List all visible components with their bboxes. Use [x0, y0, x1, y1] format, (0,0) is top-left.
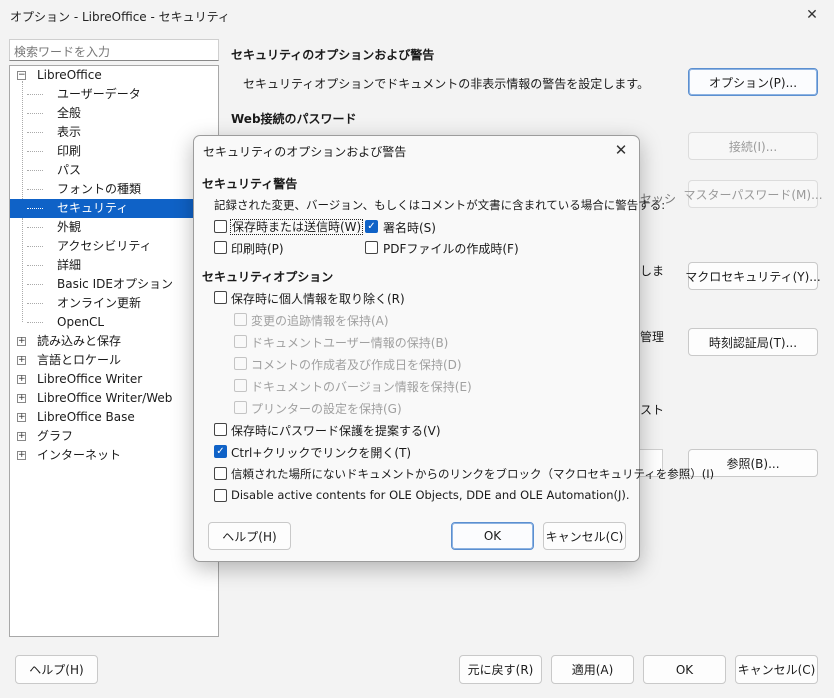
section-title-security: セキュリティのオプションおよび警告 [231, 48, 435, 62]
cancel-button[interactable]: キャンセル(C) [735, 655, 818, 684]
tree-item-online-update[interactable]: オンライン更新 [10, 294, 218, 313]
pdf-label[interactable]: PDFファイルの作成時(F) [383, 240, 519, 257]
reset-button[interactable]: 元に戻す(R) [459, 655, 542, 684]
section-title-web-password: Web接続のパスワード [231, 112, 357, 126]
partial-text: スト [640, 403, 665, 417]
tree-item-security[interactable]: セキュリティ [10, 199, 218, 218]
tree-item-print[interactable]: 印刷 [10, 142, 218, 161]
tree-item-load-save[interactable]: 読み込みと保存 [10, 332, 218, 351]
security-warnings-heading: セキュリティ警告 [202, 177, 298, 191]
tree-item-basic-ide[interactable]: Basic IDEオプション [10, 275, 218, 294]
disable-ole-label[interactable]: Disable active contents for OLE Objects,… [231, 488, 630, 502]
save-send-checkbox[interactable] [214, 220, 227, 233]
keep-user-info-label: ドキュメントユーザー情報の保持(B) [251, 336, 449, 350]
help-button[interactable]: ヘルプ(H) [15, 655, 98, 684]
security-options-dialog: セキュリティのオプションおよび警告 ✕ セキュリティ警告 記録された変更、バージ… [193, 135, 714, 562]
security-options-heading: セキュリティオプション [202, 270, 334, 284]
tree-item-appearance[interactable]: 外観 [10, 218, 218, 237]
options-button[interactable]: オプション(P)... [688, 68, 818, 96]
printing-label[interactable]: 印刷時(P) [231, 240, 284, 257]
tree-item-opencl[interactable]: OpenCL [10, 313, 218, 332]
search-input[interactable]: 検索ワードを入力 [9, 39, 219, 61]
tree-item-writer[interactable]: LibreOffice Writer [10, 370, 218, 389]
dialog-cancel-button[interactable]: キャンセル(C) [543, 522, 626, 550]
section-description: セキュリティオプションでドキュメントの非表示情報の警告を設定します。 [243, 77, 650, 91]
block-untrusted-links-checkbox[interactable] [214, 467, 227, 480]
tree-item-internet[interactable]: インターネット [10, 446, 218, 465]
password-protect-label[interactable]: 保存時にパスワード保護を提案する(V) [231, 422, 441, 439]
save-send-label: 保存時または送信時(W) [230, 219, 364, 235]
dialog-title: セキュリティのオプションおよび警告 [203, 145, 407, 159]
remove-personal-info-checkbox[interactable] [214, 291, 227, 304]
connect-button[interactable]: 接続(I)... [688, 132, 818, 160]
tree-item-fonts[interactable]: フォントの種類 [10, 180, 218, 199]
ctrl-click-label[interactable]: Ctrl+クリックでリンクを開く(T) [231, 444, 411, 461]
signing-checkbox[interactable]: ✓ [365, 220, 378, 233]
remove-personal-info-label[interactable]: 保存時に個人情報を取り除く(R) [231, 290, 405, 307]
keep-tracked-changes-checkbox[interactable] [234, 313, 247, 326]
tree-item-libreoffice[interactable]: LibreOffice [10, 66, 218, 85]
tree-item-advanced[interactable]: 詳細 [10, 256, 218, 275]
tree-item-label: LibreOffice [37, 68, 102, 82]
tree-item-writer-web[interactable]: LibreOffice Writer/Web [10, 389, 218, 408]
ctrl-click-checkbox[interactable]: ✓ [214, 445, 227, 458]
keep-user-info-checkbox[interactable] [234, 335, 247, 348]
tree-item-paths[interactable]: パス [10, 161, 218, 180]
block-untrusted-links-label[interactable]: 信頼された場所にないドキュメントからのリンクをブロック（マクロセキュリティを参照… [231, 466, 714, 482]
window-close-icon[interactable]: ✕ [800, 3, 824, 27]
pdf-checkbox[interactable] [365, 241, 378, 254]
tsa-button[interactable]: 時刻認証局(T)... [688, 328, 818, 356]
printing-checkbox[interactable] [214, 241, 227, 254]
partial-text: 管理 [640, 330, 665, 344]
apply-button[interactable]: 適用(A) [551, 655, 634, 684]
tree-item-chart[interactable]: グラフ [10, 427, 218, 446]
keep-printer-settings-checkbox[interactable] [234, 401, 247, 414]
dialog-ok-button[interactable]: OK [451, 522, 534, 550]
keep-version-info-label: ドキュメントのバージョン情報を保持(E) [251, 380, 472, 394]
ok-button[interactable]: OK [643, 655, 726, 684]
options-tree: − LibreOffice ユーザーデータ 全般 表示 印刷 パス フォントの種… [9, 65, 219, 637]
signing-label[interactable]: 署名時(S) [383, 219, 436, 236]
tree-item-accessibility[interactable]: アクセシビリティ [10, 237, 218, 256]
password-protect-checkbox[interactable] [214, 423, 227, 436]
tree-item-general[interactable]: 全般 [10, 104, 218, 123]
partial-text: しま [640, 264, 665, 278]
dialog-close-icon[interactable]: ✕ [611, 140, 631, 160]
tree-item-base[interactable]: LibreOffice Base [10, 408, 218, 427]
keep-printer-settings-label: プリンターの設定を保持(G) [251, 402, 402, 416]
tree-item-language[interactable]: 言語とロケール [10, 351, 218, 370]
macro-security-button[interactable]: マクロセキュリティ(Y)... [685, 262, 821, 290]
keep-version-info-checkbox[interactable] [234, 379, 247, 392]
master-password-button[interactable]: マスターパスワード(M)... [683, 180, 823, 208]
tree-item-view[interactable]: 表示 [10, 123, 218, 142]
tree-item-user-data[interactable]: ユーザーデータ [10, 85, 218, 104]
security-warnings-description: 記録された変更、バージョン、もしくはコメントが文書に含まれている場合に警告する: [214, 198, 666, 212]
disable-ole-checkbox[interactable] [214, 489, 227, 502]
window-title: オプション - LibreOffice - セキュリティ [10, 10, 230, 24]
keep-comment-author-checkbox[interactable] [234, 357, 247, 370]
dialog-help-button[interactable]: ヘルプ(H) [208, 522, 291, 550]
keep-comment-author-label: コメントの作成者及び作成日を保持(D) [251, 358, 462, 372]
keep-tracked-changes-label: 変更の追跡情報を保持(A) [251, 314, 389, 328]
